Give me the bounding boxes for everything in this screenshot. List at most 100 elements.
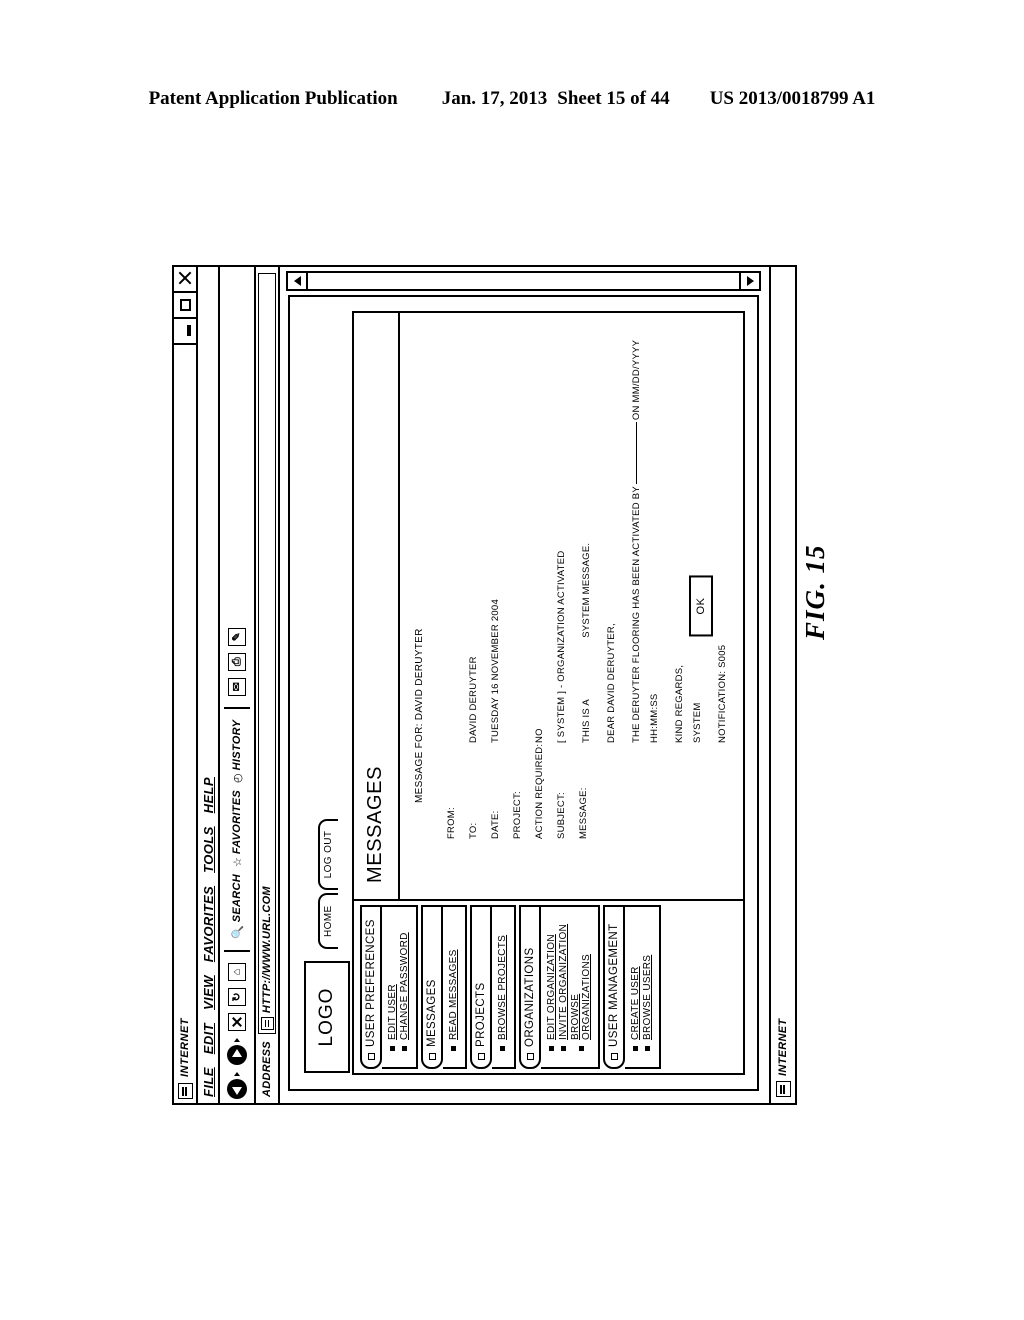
top-nav-tabs: HOME LOG OUT [318, 818, 338, 949]
history-button[interactable]: ◴ HISTORY [231, 720, 244, 783]
history-label: HISTORY [231, 719, 243, 771]
sidebar-item-change-password[interactable]: CHANGE PASSWORD [399, 913, 410, 1051]
sidebar-item-read-messages[interactable]: READ MESSAGES [448, 913, 459, 1051]
sidebar-item-invite-organization[interactable]: INVITE ORGANIZATION [558, 913, 569, 1051]
sidebar-subitem-label: BROWSE PROJECTS [497, 934, 508, 1040]
activated-by-blank [636, 422, 638, 485]
sidebar-item-browse-projects[interactable]: BROWSE PROJECTS [497, 913, 508, 1051]
menu-file-label: FILE [200, 1067, 216, 1097]
sidebar-item-organizations[interactable]: ORGANIZATIONS [519, 905, 541, 1069]
home-icon[interactable]: ⌂ [228, 963, 246, 981]
bullet-icon [561, 1046, 566, 1051]
field-value-project [512, 329, 523, 743]
address-input[interactable]: HTTP://WWW.URL.COM [258, 273, 276, 1035]
menu-help-label: HELP [200, 777, 216, 814]
bullet-icon [402, 1046, 407, 1051]
publication-date: Jan. 17, 2013 [441, 88, 548, 109]
minimize-button[interactable] [174, 319, 196, 345]
zone-icon [775, 1081, 791, 1097]
scroll-down-button[interactable] [739, 273, 759, 289]
window-controls [174, 267, 196, 345]
browser-app-icon [177, 1083, 193, 1099]
favorites-button[interactable]: ☆ FAVORITES [231, 790, 244, 867]
search-icon: 🔍 [231, 925, 244, 939]
bullet-icon [578, 1046, 584, 1051]
sidebar-subitems: EDIT USER CHANGE PASSWORD [382, 905, 418, 1069]
sidebar-subitem-label: CHANGE PASSWORD [399, 932, 410, 1040]
menu-edit-label: EDIT [200, 1023, 216, 1055]
star-icon: ☆ [231, 857, 244, 868]
sidebar-group-label: USER MANAGEMENT [608, 923, 620, 1047]
search-button[interactable]: 🔍 SEARCH [231, 874, 244, 939]
menu-item-view[interactable]: VIEW [201, 975, 216, 1010]
page-icon [260, 1017, 274, 1031]
stop-icon[interactable] [228, 1013, 246, 1031]
window-title: INTERNET [179, 1018, 191, 1077]
edit-icon[interactable]: ✎ [228, 627, 246, 646]
print-icon[interactable]: ⎙ [228, 652, 246, 671]
field-label-action-required: ACTION REQUIRED: [534, 743, 545, 839]
field-label-date: DATE: [490, 810, 501, 839]
menu-favorites-label: FAVORITES [200, 885, 216, 963]
sidebar-item-browse-users[interactable]: BROWSE USERS [642, 913, 653, 1051]
bullet-icon [633, 1046, 638, 1051]
sidebar-item-create-user[interactable]: CREATE USER [630, 913, 641, 1051]
refresh-icon[interactable]: ↻ [228, 988, 246, 1006]
vertical-scrollbar[interactable] [286, 271, 761, 291]
group-marker-icon [610, 1053, 618, 1060]
page-title: MESSAGES [364, 765, 386, 883]
toolbar-divider-1 [224, 950, 250, 952]
ok-button[interactable]: OK [689, 575, 713, 637]
forward-dropdown-icon[interactable] [234, 1038, 240, 1042]
menu-item-file[interactable]: FILE [201, 1067, 216, 1097]
sidebar-item-edit-organization[interactable]: EDIT ORGANIZATION [546, 913, 557, 1051]
sidebar-subitems: CREATE USER BROWSE USERS [625, 905, 661, 1069]
group-marker-icon [428, 1053, 436, 1060]
sidebar-subitem-label: READ MESSAGES [448, 949, 459, 1040]
bullet-icon [549, 1046, 554, 1051]
sidebar-group-messages: MESSAGES READ MESSAGES [421, 905, 467, 1069]
menu-item-edit[interactable]: EDIT [201, 1023, 216, 1054]
clock-icon: ◴ [231, 773, 244, 783]
field-value-date: TUESDAY 16 NOVEMBER 2004 [490, 599, 501, 743]
site-logo: LOGO [304, 961, 350, 1073]
menu-item-help[interactable]: HELP [201, 777, 216, 813]
menu-item-tools[interactable]: TOOLS [201, 826, 216, 873]
tab-log-out[interactable]: LOG OUT [318, 818, 338, 891]
back-dropdown-icon[interactable] [234, 1072, 240, 1076]
title-bar: INTERNET [174, 267, 198, 1103]
sidebar-item-edit-user[interactable]: EDIT USER [387, 913, 398, 1051]
minimize-icon [187, 325, 191, 337]
field-row-date: DATE: TUESDAY 16 NOVEMBER 2004 [490, 329, 501, 839]
bullet-icon [451, 1046, 456, 1051]
sidebar-item-messages[interactable]: MESSAGES [421, 905, 443, 1069]
menu-item-favorites[interactable]: FAVORITES [201, 886, 216, 962]
sidebar-subitem-label: CREATE USER [630, 966, 641, 1040]
forward-button[interactable] [227, 1038, 247, 1065]
sidebar-item-user-preferences[interactable]: USER PREFERENCES [360, 905, 382, 1069]
message-line-3: THE DERUYTER FLOORING HAS BEEN ACTIVATED… [628, 329, 664, 743]
sidebar-item-browse-organizations[interactable]: BROWSE ORGANIZATIONS [570, 913, 592, 1051]
sidebar-subitem-label: EDIT ORGANIZATION [546, 934, 557, 1040]
message-line-1: THIS IS A SYSTEM MESSAGE. [578, 329, 596, 743]
mail-icon[interactable]: ✉ [228, 677, 246, 696]
tab-home[interactable]: HOME [318, 893, 338, 949]
maximize-button[interactable] [174, 293, 196, 319]
field-row-to: TO: DAVID DERUYTER [468, 329, 479, 839]
sidebar-item-user-management[interactable]: USER MANAGEMENT [603, 905, 625, 1069]
main-content: MESSAGES MESSAGE FOR: DAVID DERUYTER FRO… [354, 313, 743, 901]
message-line-1b: SYSTEM MESSAGE. [581, 542, 592, 638]
patent-number: US 2013/0018799 A1 [709, 88, 876, 109]
sidebar-subitems: EDIT ORGANIZATION INVITE ORGANIZATION BR… [541, 905, 600, 1069]
logo-row: LOGO [304, 961, 350, 1073]
sidebar-item-projects[interactable]: PROJECTS [470, 905, 492, 1069]
message-line-2: DEAR DAVID DERUYTER, [606, 623, 618, 743]
scroll-up-button[interactable] [288, 273, 308, 289]
sidebar-group-projects: PROJECTS BROWSE PROJECTS [470, 905, 516, 1069]
field-label-project: PROJECT: [512, 791, 523, 839]
close-button[interactable] [174, 267, 196, 293]
status-text: INTERNET [777, 1018, 789, 1076]
sidebar-group-label: ORGANIZATIONS [524, 947, 536, 1047]
back-button[interactable] [227, 1072, 247, 1099]
sidebar-subitem-label: BROWSE ORGANIZATIONS [570, 954, 592, 1040]
